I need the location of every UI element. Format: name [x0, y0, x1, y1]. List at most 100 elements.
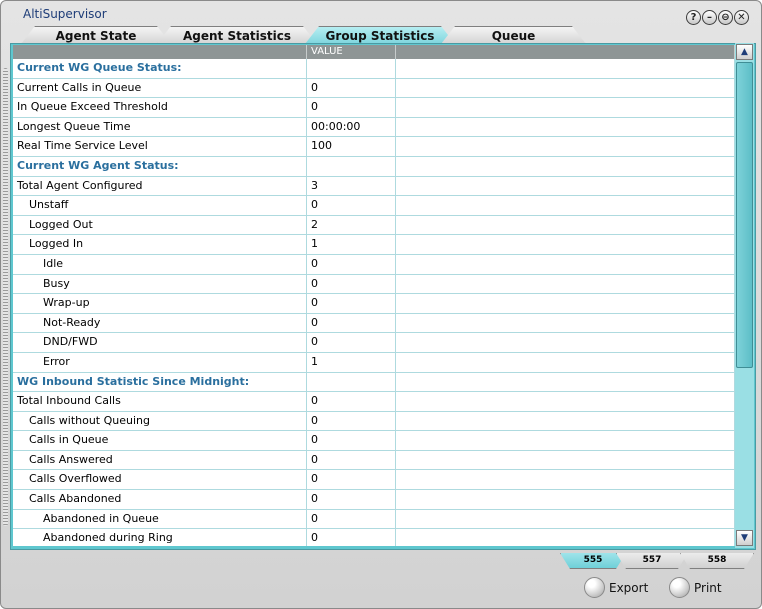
tab-agent-statistics[interactable]: Agent Statistics — [157, 26, 317, 44]
row-value: 0 — [307, 313, 396, 333]
section-header-row[interactable]: Current WG Agent Status: — [13, 156, 735, 177]
section-title: Current WG Queue Status: — [13, 59, 307, 78]
row-value: 1 — [307, 235, 396, 254]
table-row[interactable]: Busy 0 — [13, 274, 735, 295]
table-row[interactable]: Calls Answered 0 — [13, 450, 735, 471]
row-label: Longest Queue Time — [13, 117, 307, 137]
table-row[interactable]: Real Time Service Level 100 — [13, 137, 735, 157]
row-value: 0 — [307, 78, 396, 98]
row-value: 100 — [307, 137, 396, 156]
table-row[interactable]: In Queue Exceed Threshold 0 — [13, 98, 735, 118]
row-value: 0 — [307, 274, 396, 294]
row-label: Calls in Queue — [13, 431, 307, 450]
row-extra-cell — [396, 59, 735, 78]
row-label: DND/FWD — [13, 333, 307, 352]
row-value: 0 — [307, 333, 396, 352]
row-label: Abandoned during Ring — [13, 529, 307, 546]
row-extra-cell — [396, 254, 735, 274]
tab-group-statistics[interactable]: Group Statistics — [305, 26, 455, 44]
close-icon[interactable]: ✕ — [734, 10, 749, 25]
table-row[interactable]: Logged In 1 — [13, 235, 735, 255]
row-extra-cell — [396, 137, 735, 156]
row-value: 0 — [307, 529, 396, 546]
row-value: 0 — [307, 411, 396, 431]
scroll-down-icon[interactable]: ▼ — [736, 530, 753, 546]
row-extra-cell — [396, 392, 735, 411]
row-extra-cell — [396, 431, 735, 450]
table-row[interactable]: DND/FWD 0 — [13, 333, 735, 353]
table-row[interactable]: Calls without Queuing 0 — [13, 411, 735, 432]
row-value: 0 — [307, 490, 396, 509]
row-value: 0 — [307, 450, 396, 470]
table-row[interactable]: Not-Ready 0 — [13, 313, 735, 334]
table-row[interactable]: Error 1 — [13, 352, 735, 373]
row-extra-cell — [396, 156, 735, 176]
row-extra-cell — [396, 196, 735, 215]
group-tab-557[interactable]: 557 — [616, 553, 688, 569]
help-icon[interactable]: ? — [686, 10, 701, 25]
row-value: 00:00:00 — [307, 117, 396, 137]
row-extra-cell — [396, 509, 735, 529]
row-label: Total Inbound Calls — [13, 392, 307, 411]
table-header: VALUE — [13, 45, 735, 59]
row-value: 3 — [307, 176, 396, 196]
table-row[interactable]: Total Agent Configured 3 — [13, 176, 735, 197]
table-row[interactable]: Idle 0 — [13, 254, 735, 275]
group-tab-558[interactable]: 558 — [680, 553, 754, 569]
table-row[interactable]: Abandoned during Ring 0 — [13, 529, 735, 546]
row-label: Idle — [13, 254, 307, 274]
row-label: Unstaff — [13, 196, 307, 215]
row-value: 0 — [307, 470, 396, 490]
row-value: 0 — [307, 392, 396, 411]
print-button[interactable]: Print — [669, 577, 722, 598]
row-label: Real Time Service Level — [13, 137, 307, 156]
table-row[interactable]: Calls Abandoned 0 — [13, 490, 735, 510]
row-value — [307, 59, 396, 78]
resize-grip[interactable] — [3, 68, 8, 526]
minimize-icon[interactable]: – — [702, 10, 717, 25]
main-tab-bar: Agent State Agent Statistics Group Stati… — [21, 26, 601, 44]
row-extra-cell — [396, 176, 735, 196]
row-label: Abandoned in Queue — [13, 509, 307, 529]
table-row[interactable]: Logged Out 2 — [13, 215, 735, 236]
row-label: Error — [13, 352, 307, 372]
row-value: 1 — [307, 352, 396, 372]
restore-icon[interactable]: ⊖ — [718, 10, 733, 25]
table-row[interactable]: Calls in Queue 0 — [13, 431, 735, 451]
scroll-up-icon[interactable]: ▲ — [736, 44, 753, 60]
row-extra-cell — [396, 294, 735, 313]
vertical-scrollbar[interactable]: ▲ ▼ — [735, 43, 754, 548]
export-button[interactable]: Export — [584, 577, 648, 598]
table-row[interactable]: Abandoned in Queue 0 — [13, 509, 735, 530]
row-label: Not-Ready — [13, 313, 307, 333]
group-tab-555[interactable]: 555 — [560, 553, 626, 569]
row-extra-cell — [396, 274, 735, 294]
export-icon — [584, 577, 605, 598]
row-label: Logged In — [13, 235, 307, 254]
print-label: Print — [694, 580, 722, 595]
column-header-value: VALUE — [307, 45, 396, 59]
table-row[interactable]: Wrap-up 0 — [13, 294, 735, 314]
section-title: WG Inbound Statistic Since Midnight: — [13, 372, 307, 392]
print-icon — [669, 577, 690, 598]
tab-agent-state[interactable]: Agent State — [21, 26, 171, 44]
table-row[interactable]: Longest Queue Time 00:00:00 — [13, 117, 735, 138]
row-label: Wrap-up — [13, 294, 307, 313]
row-extra-cell — [396, 313, 735, 333]
row-extra-cell — [396, 98, 735, 117]
tab-queue[interactable]: Queue — [441, 26, 586, 44]
row-value: 0 — [307, 294, 396, 313]
row-extra-cell — [396, 333, 735, 352]
row-value: 0 — [307, 509, 396, 529]
row-value: 2 — [307, 215, 396, 235]
table-row[interactable]: Total Inbound Calls 0 — [13, 392, 735, 412]
column-header-extra — [396, 45, 735, 59]
section-header-row[interactable]: WG Inbound Statistic Since Midnight: — [13, 372, 735, 393]
table-row[interactable]: Current Calls in Queue 0 — [13, 78, 735, 99]
scroll-thumb[interactable] — [736, 62, 753, 368]
row-value — [307, 156, 396, 176]
section-header-row[interactable]: Current WG Queue Status: — [13, 59, 735, 79]
table-row[interactable]: Calls Overflowed 0 — [13, 470, 735, 491]
table-row[interactable]: Unstaff 0 — [13, 196, 735, 216]
row-extra-cell — [396, 117, 735, 137]
